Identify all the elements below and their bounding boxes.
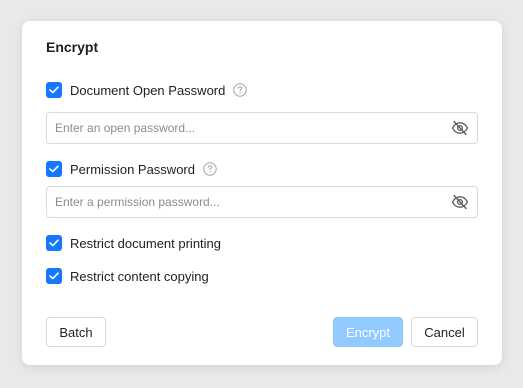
open-password-row: Document Open Password: [46, 81, 248, 99]
restrict-copying-label[interactable]: Restrict content copying: [70, 269, 209, 284]
eye-off-icon[interactable]: [451, 120, 469, 136]
restrict-copying-checkbox[interactable]: [46, 268, 62, 284]
permission-password-help-icon[interactable]: [203, 162, 217, 176]
permission-password-field-container: [46, 186, 478, 218]
dialog-title: Encrypt: [46, 39, 99, 55]
open-password-input[interactable]: [47, 113, 435, 143]
checkmark-icon: [49, 165, 59, 173]
permission-password-input[interactable]: [47, 187, 435, 217]
permission-password-label[interactable]: Permission Password: [70, 162, 195, 177]
restrict-printing-checkbox[interactable]: [46, 235, 62, 251]
eye-off-icon[interactable]: [451, 194, 469, 210]
batch-button[interactable]: Batch: [46, 317, 106, 347]
open-password-field-container: [46, 112, 478, 144]
checkmark-icon: [49, 239, 59, 247]
restrict-copying-row: Restrict content copying: [46, 267, 209, 285]
encrypt-button[interactable]: Encrypt: [333, 317, 403, 347]
open-password-help-icon[interactable]: [233, 83, 248, 97]
open-password-checkbox[interactable]: [46, 82, 62, 98]
permission-password-checkbox[interactable]: [46, 161, 62, 177]
permission-password-row: Permission Password: [46, 160, 217, 178]
restrict-printing-row: Restrict document printing: [46, 234, 221, 252]
checkmark-icon: [49, 272, 59, 280]
checkmark-icon: [49, 86, 59, 94]
open-password-label[interactable]: Document Open Password: [70, 83, 225, 98]
restrict-printing-label[interactable]: Restrict document printing: [70, 236, 221, 251]
cancel-button[interactable]: Cancel: [411, 317, 478, 347]
encrypt-dialog: Encrypt Document Open Password Permissio…: [22, 21, 502, 365]
